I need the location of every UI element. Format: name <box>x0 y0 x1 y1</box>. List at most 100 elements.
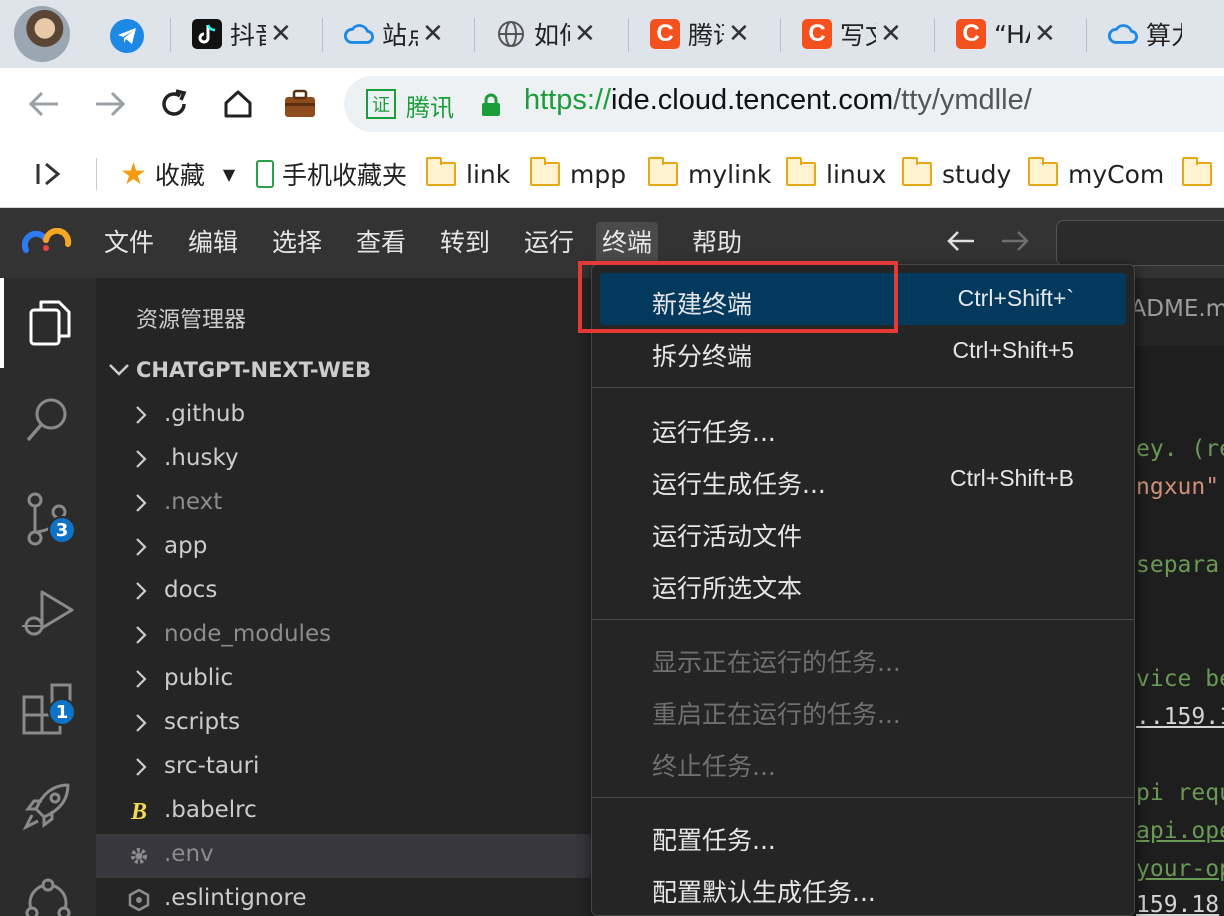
tab-close-icon[interactable]: ✕ <box>574 19 596 49</box>
tree-file[interactable]: .eslintignore <box>96 878 596 916</box>
tree-folder[interactable]: app <box>96 526 596 570</box>
menu-item-label: 运行任务... <box>652 418 776 447</box>
bookmark-favorites[interactable]: ★ 收藏 ▼ <box>120 156 235 192</box>
menu-view[interactable]: 查看 <box>350 222 412 264</box>
chevron-right-icon <box>134 624 148 652</box>
browser-tab[interactable]: 算力 <box>1086 0 1182 68</box>
tab-separator <box>628 18 629 52</box>
address-bar[interactable]: 证 腾讯 https://ide.cloud.tencent.com/tty/y… <box>344 76 1224 132</box>
tab-close-icon[interactable]: ✕ <box>422 19 444 49</box>
cloud-icon <box>1108 19 1138 49</box>
browser-tab-strip: 抖音 ✕ 站点 ✕ 如何 ✕ C 腾讯 ✕ C 写文 ✕ C “HA ✕ <box>0 0 1224 68</box>
run-debug-icon[interactable] <box>0 568 96 658</box>
search-icon[interactable] <box>0 374 96 464</box>
menu-selection[interactable]: 选择 <box>266 222 328 264</box>
profile-avatar[interactable] <box>14 6 70 62</box>
tree-folder[interactable]: public <box>96 658 596 702</box>
browser-tab[interactable]: C 腾讯 ✕ <box>628 0 750 68</box>
tree-folder[interactable]: scripts <box>96 702 596 746</box>
nav-back-icon[interactable] <box>946 226 976 261</box>
tree-item-label: .eslintignore <box>164 885 307 911</box>
telegram-icon[interactable] <box>110 19 144 53</box>
bookmark-folder[interactable]: mpp <box>530 157 626 190</box>
menu-edit[interactable]: 编辑 <box>182 222 244 264</box>
tree-folder[interactable]: .next <box>96 482 596 526</box>
folder-icon <box>902 157 932 186</box>
csdn-icon: C <box>956 19 986 49</box>
tree-folder[interactable]: docs <box>96 570 596 614</box>
tab-separator <box>322 18 323 52</box>
tree-file[interactable]: .env <box>96 834 596 878</box>
tree-file[interactable]: B .babelrc <box>96 790 596 834</box>
activity-bar: 3 1 <box>0 278 96 916</box>
bookmark-folder[interactable]: link <box>426 157 511 190</box>
sidebar-toggle-icon[interactable] <box>34 158 64 190</box>
menu-run[interactable]: 运行 <box>518 222 580 264</box>
menu-item-run-selected-text[interactable]: 运行所选文本 <box>600 557 1126 609</box>
bookmark-folder[interactable]: myCom <box>1028 157 1164 190</box>
browser-tab[interactable]: C “HA ✕ <box>934 0 1056 68</box>
star-icon: ★ <box>120 156 147 192</box>
lock-icon[interactable] <box>480 93 502 121</box>
browser-tab[interactable]: 站点 ✕ <box>322 0 444 68</box>
bookmark-label: link <box>466 159 511 189</box>
menu-item-run-task[interactable]: 运行任务... <box>600 401 1126 453</box>
back-icon[interactable] <box>22 82 66 126</box>
menu-separator <box>592 619 1134 620</box>
explorer-icon[interactable] <box>0 278 96 368</box>
eslint-icon <box>126 886 152 914</box>
code-fragment: api.ope <box>1136 818 1224 844</box>
caret-down-icon[interactable]: ▼ <box>223 165 235 184</box>
menu-item-configure-tasks[interactable]: 配置任务... <box>600 809 1126 861</box>
bookmark-folder[interactable]: linux <box>786 157 887 190</box>
csdn-icon: C <box>650 19 680 49</box>
code-fragment: ey. (re <box>1136 436 1224 462</box>
bookmark-folder[interactable]: mylink <box>648 157 771 190</box>
browser-tab[interactable]: 抖音 ✕ <box>170 0 292 68</box>
url-text[interactable]: https://ide.cloud.tencent.com/tty/ymdlle… <box>524 84 1032 117</box>
menu-item-label: 拆分终端 <box>652 342 753 371</box>
browser-tab[interactable]: C 写文 ✕ <box>780 0 902 68</box>
bookmark-folder[interactable] <box>1182 157 1222 190</box>
home-icon[interactable] <box>216 82 260 126</box>
command-center-search[interactable] <box>1056 220 1224 266</box>
menu-terminal[interactable]: 终端 <box>596 222 659 264</box>
tree-folder[interactable]: .github <box>96 394 596 438</box>
bookmark-label: linux <box>826 159 887 189</box>
tab-close-icon[interactable]: ✕ <box>728 19 750 49</box>
cloud-icon <box>344 19 374 49</box>
browser-tab[interactable]: 如何 ✕ <box>474 0 596 68</box>
menu-item-label: 重启正在运行的任务... <box>652 700 901 729</box>
tiktok-icon <box>192 19 222 49</box>
menu-item-shortcut: Ctrl+Shift+` <box>957 285 1074 311</box>
reload-icon[interactable] <box>152 82 196 126</box>
nav-forward-icon[interactable] <box>1000 226 1030 261</box>
tab-close-icon[interactable]: ✕ <box>1034 19 1056 49</box>
menu-item-terminate-task: 终止任务... <box>600 735 1126 787</box>
tree-folder[interactable]: node_modules <box>96 614 596 658</box>
briefcase-icon[interactable] <box>278 82 322 126</box>
menu-go[interactable]: 转到 <box>434 222 496 264</box>
bookmark-folder[interactable]: study <box>902 157 1012 190</box>
menu-help[interactable]: 帮助 <box>686 222 748 264</box>
menu-item-run-active-file[interactable]: 运行活动文件 <box>600 505 1126 557</box>
extensions-icon[interactable]: 1 <box>0 664 96 754</box>
menu-item-run-build-task[interactable]: 运行生成任务... Ctrl+Shift+B <box>600 453 1126 505</box>
tab-separator <box>780 18 781 52</box>
certificate-badge[interactable]: 证 <box>366 89 396 119</box>
terminal-menu-dropdown: 新建终端 Ctrl+Shift+` 拆分终端 Ctrl+Shift+5 运行任务… <box>591 264 1135 916</box>
tree-item-label: .next <box>164 489 223 515</box>
tree-folder[interactable]: .husky <box>96 438 596 482</box>
tab-close-icon[interactable]: ✕ <box>880 19 902 49</box>
workspace-section-header[interactable]: CHATGPT-NEXT-WEB <box>108 358 371 382</box>
rocket-icon[interactable] <box>0 760 96 850</box>
menu-item-configure-default-build-task[interactable]: 配置默认生成任务... <box>600 861 1126 913</box>
bookmark-label: study <box>942 159 1012 189</box>
forward-icon[interactable] <box>88 82 132 126</box>
accounts-icon[interactable] <box>0 858 96 916</box>
tree-folder[interactable]: src-tauri <box>96 746 596 790</box>
tab-close-icon[interactable]: ✕ <box>270 19 292 49</box>
bookmark-mobile[interactable]: 手机收藏夹 <box>256 158 407 190</box>
source-control-icon[interactable]: 3 <box>0 474 96 564</box>
menu-file[interactable]: 文件 <box>98 222 160 264</box>
